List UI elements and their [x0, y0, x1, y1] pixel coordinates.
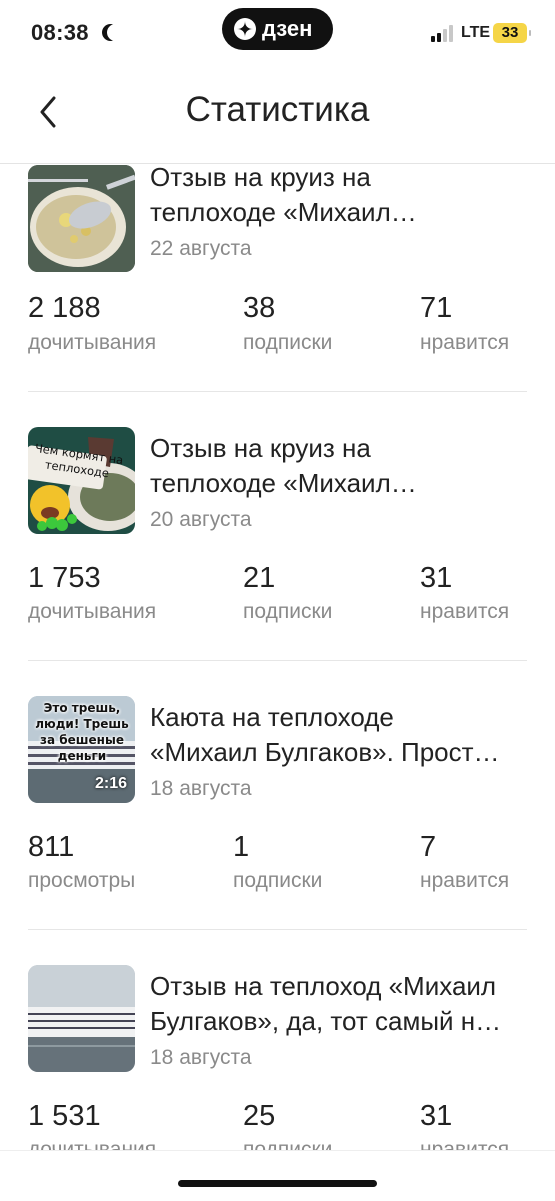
stat-label-subs: подписки [243, 331, 333, 354]
status-bar: 08:38 дзен LTE 33 [0, 0, 555, 70]
stat-value-likes: 31 [420, 562, 453, 594]
bottom-bar [0, 1150, 555, 1201]
divider [28, 660, 527, 661]
battery-icon: 33 [493, 23, 531, 43]
stat-value-likes: 7 [420, 831, 437, 863]
stat-value-subs: 38 [243, 292, 276, 324]
article-date: 22 августа [150, 237, 252, 260]
stat-value-reads: 1 753 [28, 562, 101, 594]
video-duration: 2:16 [94, 775, 127, 792]
moon-icon [107, 24, 124, 41]
divider [28, 391, 527, 392]
article-title-line: Отзыв на круиз на [150, 433, 371, 463]
stat-label-reads: дочитывания [28, 1138, 157, 1150]
article-title-line: «Михаил Булгаков». Прост… [150, 737, 500, 767]
stat-label-subs: подписки [243, 600, 333, 623]
stat-label-likes: нравится [420, 869, 510, 892]
stat-value-likes: 31 [420, 1100, 453, 1132]
dzen-app-badge[interactable]: дзен [222, 8, 333, 50]
stat-label-likes: нравится [420, 1138, 510, 1150]
article-thumbnail: Чем кормят на теплоходе [28, 427, 135, 534]
header: Статистика [0, 70, 555, 164]
article-card[interactable]: Отзыв на теплоход «Михаил Булгаков», да,… [0, 944, 555, 1150]
article-card[interactable]: Отзыв на круиз на теплоходе «Михаил… 22 … [0, 164, 555, 406]
stat-label-reads: дочитывания [28, 600, 157, 623]
stat-label-views: просмотры [28, 869, 136, 892]
stat-value-reads: 2 188 [28, 292, 101, 324]
stat-value-views: 811 [28, 831, 75, 863]
article-title-line: теплоходе «Михаил… [150, 468, 417, 498]
dzen-star-icon [234, 18, 256, 40]
article-title-line: Булгаков», да, тот самый н… [150, 1006, 502, 1036]
article-thumbnail [28, 965, 135, 1072]
stat-label-subs: подписки [233, 869, 323, 892]
article-date: 18 августа [150, 1046, 252, 1069]
article-title-line: теплоходе «Михаил… [150, 197, 417, 227]
stat-value-reads: 1 531 [28, 1100, 101, 1132]
stat-value-subs: 25 [243, 1100, 276, 1132]
article-card[interactable]: Чем кормят на теплоходе Отзыв на круиз н… [0, 406, 555, 675]
stat-value-subs: 1 [233, 831, 250, 863]
network-type: LTE [461, 24, 491, 41]
stats-feed[interactable]: Отзыв на круиз на теплоходе «Михаил… 22 … [0, 164, 555, 1150]
home-indicator[interactable] [178, 1180, 377, 1187]
divider [28, 929, 527, 930]
article-title-line: Отзыв на теплоход «Михаил [150, 971, 497, 1001]
article-title-line: Каюта на теплоходе [150, 702, 394, 732]
status-time: 08:38 [31, 20, 89, 45]
stat-value-likes: 71 [420, 292, 453, 324]
article-card[interactable]: Это трешь, люди! Трешь за бешеные деньги… [0, 675, 555, 944]
article-date: 18 августа [150, 777, 252, 800]
stat-label-reads: дочитывания [28, 331, 157, 354]
page-title: Статистика [185, 90, 370, 129]
stat-label-likes: нравится [420, 331, 510, 354]
article-date: 20 августа [150, 508, 252, 531]
dzen-label: дзен [262, 16, 313, 41]
thumbnail-caption: Это трешь, люди! Трешь за бешеные деньги [35, 701, 129, 763]
article-thumbnail: Это трешь, люди! Трешь за бешеные деньги… [28, 696, 135, 803]
signal-icon [431, 24, 457, 42]
stat-label-subs: подписки [243, 1138, 333, 1150]
stat-value-subs: 21 [243, 562, 276, 594]
stat-label-likes: нравится [420, 600, 510, 623]
article-thumbnail [28, 165, 135, 272]
article-title-line: Отзыв на круиз на [150, 164, 371, 192]
